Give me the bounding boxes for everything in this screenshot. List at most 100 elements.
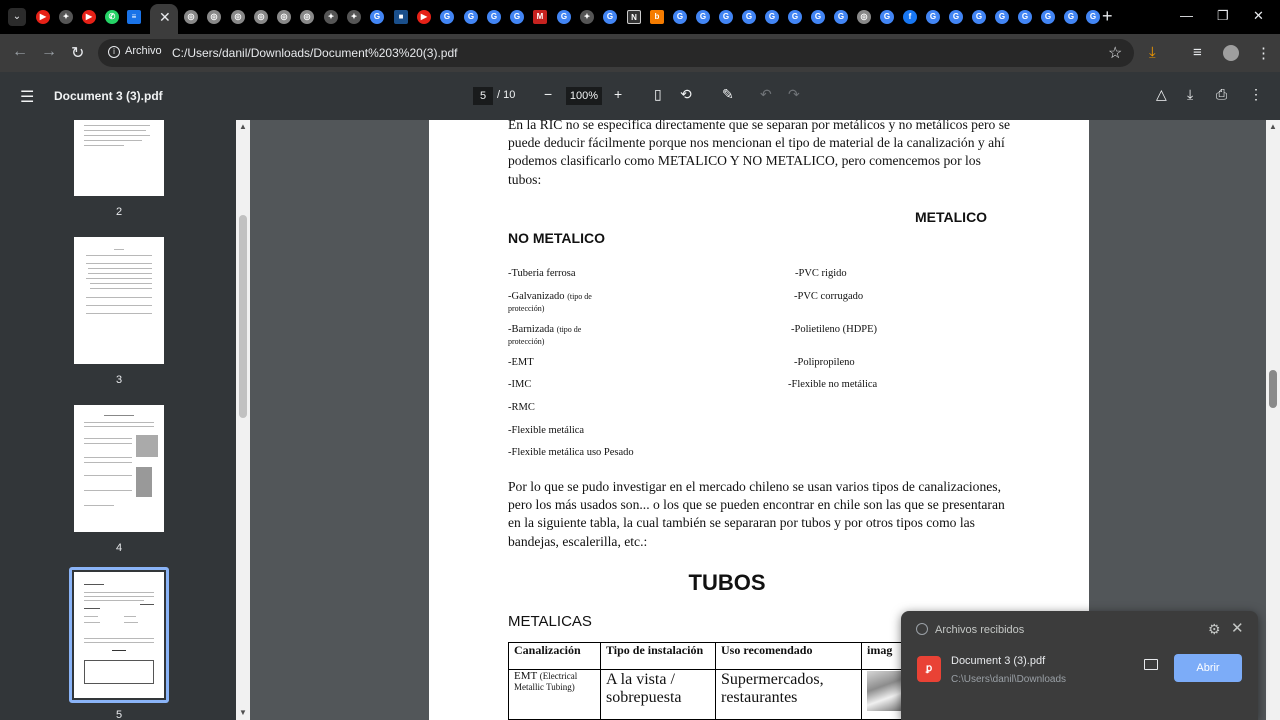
google-tab-icon[interactable]: G <box>926 10 940 24</box>
thumbnail-label: 3 <box>115 374 123 386</box>
drive-save-icon[interactable]: △ <box>1156 86 1167 103</box>
google-tab-icon[interactable]: G <box>834 10 848 24</box>
close-window-icon[interactable]: ✕ <box>1253 8 1264 24</box>
zoom-out-icon[interactable]: − <box>544 86 552 102</box>
facebook-tab-icon[interactable]: f <box>903 10 917 24</box>
scroll-up-arrow-icon[interactable]: ▲ <box>1269 122 1277 131</box>
youtube-tab-icon[interactable]: ▶ <box>417 10 431 24</box>
globe-tab-icon[interactable]: ◎ <box>300 10 314 24</box>
close-icon[interactable]: ✕ <box>1231 619 1244 637</box>
google-tab-icon[interactable]: G <box>719 10 733 24</box>
whatsapp-tab-icon[interactable]: ✆ <box>105 10 119 24</box>
minimize-icon[interactable]: — <box>1180 8 1193 23</box>
google-tab-icon[interactable]: G <box>995 10 1009 24</box>
thumbnail-page-5[interactable] <box>74 572 164 698</box>
chatgpt-tab-icon[interactable]: ✦ <box>347 10 361 24</box>
google-tab-icon[interactable]: G <box>811 10 825 24</box>
address-bar[interactable]: i Archivo C:/Users/danil/Downloads/Docume… <box>98 39 1134 67</box>
profile-avatar[interactable] <box>1223 45 1239 61</box>
thumbnail-page-3[interactable] <box>74 237 164 364</box>
table-row: EMT (Electrical Metallic Tubing) A la vi… <box>508 669 953 720</box>
list-item: -Polipropileno <box>794 357 855 368</box>
google-tab-icon[interactable]: G <box>370 10 384 24</box>
close-tab-icon[interactable]: ✕ <box>159 9 171 26</box>
fit-page-icon[interactable]: ▯ <box>654 86 662 103</box>
google-tab-icon[interactable]: G <box>673 10 687 24</box>
folder-icon[interactable] <box>1144 659 1158 670</box>
scroll-down-arrow-icon[interactable]: ▼ <box>239 708 247 717</box>
redo-icon[interactable]: ↷ <box>788 86 800 103</box>
more-options-icon[interactable]: ⋮ <box>1249 86 1263 103</box>
docs-tab-icon[interactable]: ≡ <box>127 10 141 24</box>
google-tab-icon[interactable]: G <box>696 10 710 24</box>
google-tab-icon[interactable]: G <box>487 10 501 24</box>
google-tab-icon[interactable]: G <box>742 10 756 24</box>
site-tab-icon[interactable]: b <box>650 10 664 24</box>
notion-tab-icon[interactable]: N <box>627 10 641 24</box>
globe-tab-icon[interactable]: ◎ <box>254 10 268 24</box>
google-tab-icon[interactable]: G <box>557 10 571 24</box>
google-tab-icon[interactable]: G <box>510 10 524 24</box>
forward-icon[interactable]: → <box>41 43 57 61</box>
chatgpt-tab-icon[interactable]: ✦ <box>324 10 338 24</box>
google-tab-icon[interactable]: G <box>1064 10 1078 24</box>
download-icon[interactable]: ⤓ <box>1149 44 1156 61</box>
globe-tab-icon[interactable]: ◎ <box>277 10 291 24</box>
google-tab-icon[interactable]: G <box>464 10 478 24</box>
youtube-tab-icon[interactable]: ▶ <box>82 10 96 24</box>
open-button[interactable]: Abrir <box>1174 654 1242 682</box>
thumbnail-page-2[interactable] <box>74 120 164 196</box>
zoom-input[interactable]: 100% <box>566 87 602 105</box>
active-tab[interactable]: ✕ <box>150 4 178 34</box>
table-header-row: Canalización Tipo de instalación Uso rec… <box>508 642 953 670</box>
main-scrollbar[interactable]: ▲ <box>1266 120 1280 720</box>
google-tab-icon[interactable]: G <box>949 10 963 24</box>
reload-icon[interactable]: ↻ <box>71 43 84 63</box>
scrollbar-thumb[interactable] <box>239 215 247 418</box>
chatgpt-tab-icon[interactable]: ✦ <box>59 10 73 24</box>
thumbnail-page-4[interactable] <box>74 405 164 532</box>
sidebar-menu-icon[interactable]: ☰ <box>20 87 34 107</box>
media-control-icon[interactable]: ≡ <box>1193 44 1202 61</box>
annotate-pen-icon[interactable]: ✎ <box>722 86 734 103</box>
globe-tab-icon[interactable]: ◎ <box>207 10 221 24</box>
google-tab-icon[interactable]: G <box>788 10 802 24</box>
tab-search-button[interactable]: ⌄ <box>8 8 26 26</box>
scrollbar-thumb[interactable] <box>1269 370 1277 408</box>
list-item: -Polietileno (HDPE) <box>791 324 878 335</box>
google-tab-icon[interactable]: G <box>1041 10 1055 24</box>
print-icon[interactable]: ⎙ <box>1216 86 1227 103</box>
bookmark-star-icon[interactable]: ☆ <box>1108 43 1122 63</box>
rotate-icon[interactable]: ⟲ <box>680 86 692 103</box>
gear-icon[interactable]: ⚙ <box>1208 621 1221 638</box>
thumbnail-scrollbar[interactable]: ▲ ▼ <box>236 120 250 720</box>
globe-tab-icon[interactable]: ◎ <box>231 10 245 24</box>
google-tab-icon[interactable]: G <box>972 10 986 24</box>
url-text[interactable]: C:/Users/danil/Downloads/Document%203%20… <box>172 46 457 60</box>
new-tab-button[interactable]: + <box>1102 6 1113 27</box>
gmail-tab-icon[interactable]: M <box>533 10 547 24</box>
scroll-up-arrow-icon[interactable]: ▲ <box>239 122 247 131</box>
google-tab-icon[interactable]: G <box>1086 10 1100 24</box>
download-file-name[interactable]: Document 3 (3).pdf <box>951 655 1045 667</box>
page-number-input[interactable]: 5 <box>473 87 493 105</box>
youtube-tab-icon[interactable]: ▶ <box>36 10 50 24</box>
table-cell: A la vista / sobrepuesta <box>600 669 716 720</box>
restore-icon[interactable]: ❐ <box>1217 8 1229 24</box>
google-tab-icon[interactable]: G <box>1018 10 1032 24</box>
undo-icon[interactable]: ↶ <box>760 86 772 103</box>
google-tab-icon[interactable]: G <box>603 10 617 24</box>
google-tab-icon[interactable]: G <box>440 10 454 24</box>
chatgpt-tab-icon[interactable]: ✦ <box>580 10 594 24</box>
download-pdf-icon[interactable]: ⤓ <box>1187 86 1193 103</box>
browser-menu-icon[interactable]: ⋮ <box>1256 44 1271 62</box>
globe-tab-icon[interactable]: ◎ <box>857 10 871 24</box>
site-tab-icon[interactable]: ■ <box>394 10 408 24</box>
list-item: -IMC <box>508 379 532 390</box>
google-tab-icon[interactable]: G <box>880 10 894 24</box>
zoom-in-icon[interactable]: + <box>614 86 622 102</box>
site-info-chip[interactable]: i Archivo <box>108 45 162 58</box>
google-tab-icon[interactable]: G <box>765 10 779 24</box>
globe-tab-icon[interactable]: ◎ <box>184 10 198 24</box>
back-icon[interactable]: ← <box>12 43 28 61</box>
